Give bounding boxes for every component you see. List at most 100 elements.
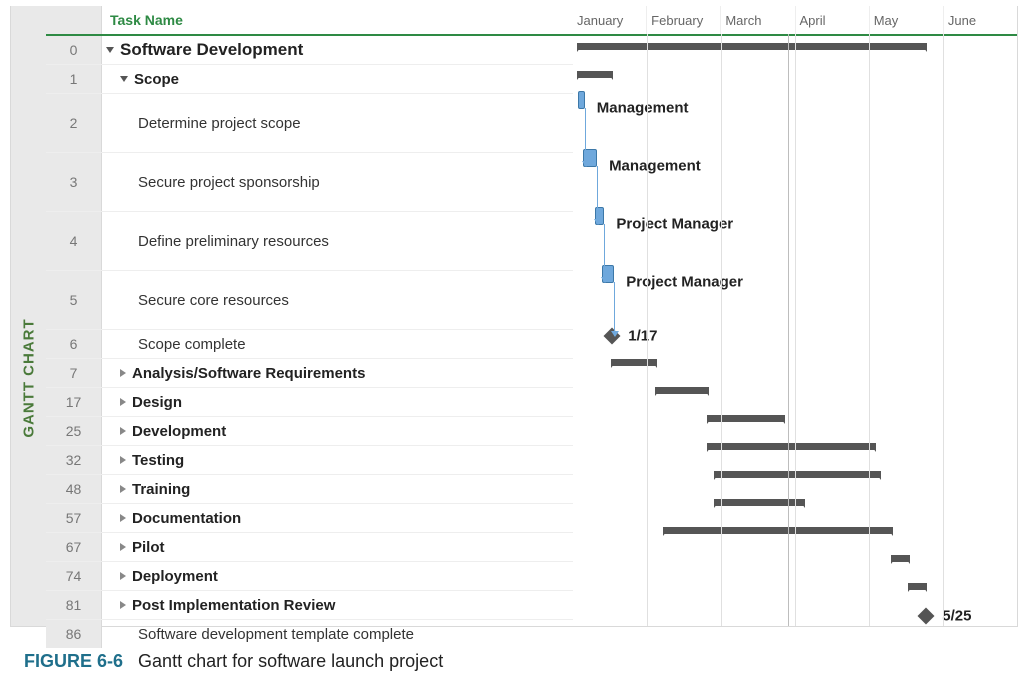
task-name-cell[interactable]: Analysis/Software Requirements: [102, 359, 573, 387]
task-name-label: Testing: [132, 452, 184, 469]
task-name-label: Scope: [134, 71, 179, 88]
table-row[interactable]: 4Define preliminary resources: [46, 212, 573, 271]
task-id-cell: 0: [46, 36, 102, 64]
task-id-cell: 74: [46, 562, 102, 590]
expand-icon[interactable]: [120, 398, 126, 406]
expand-icon[interactable]: [120, 369, 126, 377]
task-name-label: Secure core resources: [138, 292, 289, 309]
expand-icon[interactable]: [120, 572, 126, 580]
milestone-date-label: 1/17: [628, 328, 657, 345]
task-name-label: Post Implementation Review: [132, 597, 335, 614]
table-header: Task Name: [46, 6, 573, 36]
task-name-cell[interactable]: Secure core resources: [102, 271, 573, 329]
table-row[interactable]: 6Scope complete: [46, 330, 573, 359]
task-name-cell[interactable]: Post Implementation Review: [102, 591, 573, 619]
task-id-cell: 32: [46, 446, 102, 474]
expand-icon[interactable]: [120, 427, 126, 435]
task-name-label: Scope complete: [138, 336, 246, 353]
table-row[interactable]: 67Pilot: [46, 533, 573, 562]
dependency-link: [597, 166, 599, 224]
month-header-cell: January: [573, 6, 646, 34]
view-label: GANTT CHART: [20, 318, 37, 437]
summary-bar[interactable]: [892, 555, 909, 562]
summary-bar[interactable]: [708, 415, 784, 422]
gridline: [869, 34, 870, 626]
summary-bar[interactable]: [578, 71, 612, 78]
task-name-cell[interactable]: Design: [102, 388, 573, 416]
table-row[interactable]: 1 Scope: [46, 65, 573, 94]
table-row[interactable]: 0Software Development: [46, 36, 573, 65]
task-name-label: Documentation: [132, 510, 241, 527]
gridline: [795, 34, 796, 626]
summary-bar[interactable]: [664, 527, 892, 534]
summary-bar[interactable]: [708, 443, 875, 450]
task-name-cell[interactable]: Define preliminary resources: [102, 212, 573, 270]
task-id-cell: 1: [46, 65, 102, 93]
table-row[interactable]: 25 Development: [46, 417, 573, 446]
task-name-label: Development: [132, 423, 226, 440]
task-name-cell[interactable]: Software Development: [102, 36, 573, 64]
expand-icon[interactable]: [120, 456, 126, 464]
task-name-cell[interactable]: Secure project sponsorship: [102, 153, 573, 211]
task-name-label: Secure project sponsorship: [138, 174, 320, 191]
gantt-chart-pane: JanuaryFebruaryMarchAprilMayJune Managem…: [573, 6, 1017, 626]
task-name-label: Software development template complete: [138, 626, 414, 643]
resource-label: Management: [609, 158, 701, 175]
table-row[interactable]: 3Secure project sponsorship: [46, 153, 573, 212]
table-row[interactable]: 48Training: [46, 475, 573, 504]
table-row[interactable]: 81Post Implementation Review: [46, 591, 573, 620]
task-name-cell[interactable]: Determine project scope: [102, 94, 573, 152]
task-name-label: Deployment: [132, 568, 218, 585]
summary-bar[interactable]: [909, 583, 926, 590]
task-name-cell[interactable]: Deployment: [102, 562, 573, 590]
dependency-link: [585, 108, 587, 166]
task-id-cell: 4: [46, 212, 102, 270]
summary-bar[interactable]: [656, 387, 708, 394]
month-header-cell: March: [720, 6, 794, 34]
table-row[interactable]: 7Analysis/Software Requirements: [46, 359, 573, 388]
summary-bar[interactable]: [715, 499, 803, 506]
table-row[interactable]: 32 Testing: [46, 446, 573, 475]
task-name-label: Design: [132, 394, 182, 411]
task-id-cell: 25: [46, 417, 102, 445]
arrow-down-icon: [582, 161, 590, 167]
expand-icon[interactable]: [120, 543, 126, 551]
figure-caption-text: Gantt chart for software launch project: [138, 651, 443, 671]
task-id-cell: 2: [46, 94, 102, 152]
expand-icon[interactable]: [120, 514, 126, 522]
dependency-link: [614, 282, 616, 336]
task-id-cell: 67: [46, 533, 102, 561]
summary-bar[interactable]: [578, 43, 926, 50]
task-name-cell[interactable]: Software development template complete: [102, 620, 573, 648]
table-row[interactable]: 57Documentation: [46, 504, 573, 533]
month-header-cell: June: [943, 6, 1017, 34]
milestone-marker[interactable]: [918, 608, 935, 625]
table-row[interactable]: 17 Design: [46, 388, 573, 417]
summary-bar[interactable]: [612, 359, 656, 366]
dependency-link: [604, 224, 606, 282]
task-id-cell: 17: [46, 388, 102, 416]
table-row[interactable]: 2Determine project scope: [46, 94, 573, 153]
summary-bar[interactable]: [715, 471, 879, 478]
task-name-cell[interactable]: Pilot: [102, 533, 573, 561]
collapse-icon[interactable]: [106, 47, 114, 53]
task-name-cell[interactable]: Development: [102, 417, 573, 445]
table-row[interactable]: 74 Deployment: [46, 562, 573, 591]
task-id-cell: 7: [46, 359, 102, 387]
task-name-column-header[interactable]: Task Name: [102, 6, 573, 34]
task-name-cell[interactable]: Documentation: [102, 504, 573, 532]
task-name-cell[interactable]: Scope: [102, 65, 573, 93]
task-bar[interactable]: [578, 91, 585, 109]
collapse-icon[interactable]: [120, 76, 128, 82]
resource-label: Project Manager: [626, 274, 743, 291]
expand-icon[interactable]: [120, 485, 126, 493]
table-row[interactable]: 86 Software development template complete: [46, 620, 573, 648]
table-row[interactable]: 5Secure core resources: [46, 271, 573, 330]
task-name-cell[interactable]: Scope complete: [102, 330, 573, 358]
id-column-header[interactable]: [46, 6, 102, 34]
gridline: [721, 34, 722, 626]
expand-icon[interactable]: [120, 601, 126, 609]
task-name-cell[interactable]: Training: [102, 475, 573, 503]
task-name-cell[interactable]: Testing: [102, 446, 573, 474]
task-id-cell: 86: [46, 620, 102, 648]
